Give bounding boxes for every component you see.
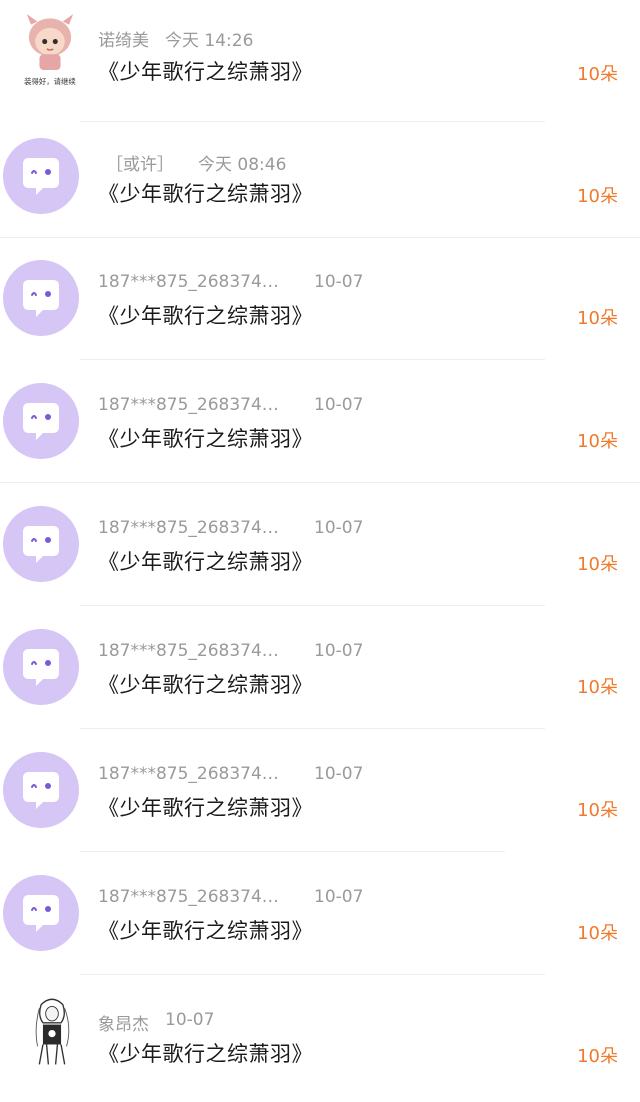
timestamp: 10-07 <box>314 395 364 415</box>
book-title[interactable]: 《少年歌行之综萧羽》 <box>98 178 313 208</box>
user-name[interactable]: 187***875_268374… <box>98 887 298 907</box>
chat-bubble-avatar-icon <box>3 506 79 582</box>
gift-count: 10朵 <box>577 186 618 207</box>
divider <box>80 605 545 606</box>
avatar[interactable] <box>3 752 79 828</box>
gift-count: 10朵 <box>577 64 618 85</box>
avatar[interactable] <box>3 260 79 336</box>
doll-avatar-icon: 装得好，请继续 <box>16 12 84 88</box>
chat-bubble-avatar-icon <box>3 383 79 459</box>
user-name[interactable]: 象昂杰 <box>98 1010 149 1035</box>
chat-bubble-avatar-icon <box>3 629 79 705</box>
list-item[interactable]: 187***875_268374… 10-07 《少年歌行之综萧羽》 10朵 <box>0 238 640 360</box>
avatar[interactable] <box>14 992 80 1076</box>
avatar[interactable] <box>3 506 79 582</box>
book-title[interactable]: 《少年歌行之综萧羽》 <box>98 300 313 330</box>
user-name[interactable]: 诺绮美 <box>98 26 149 51</box>
list-item[interactable]: 象昂杰 10-07 《少年歌行之综萧羽》 10朵 <box>0 976 640 1102</box>
user-name[interactable]: 187***875_268374… <box>98 641 298 661</box>
divider <box>80 359 545 360</box>
gift-count: 10朵 <box>577 554 618 575</box>
book-title[interactable]: 《少年歌行之综萧羽》 <box>98 915 313 945</box>
divider <box>80 728 545 729</box>
gift-count: 10朵 <box>577 308 618 329</box>
gift-count: 10朵 <box>577 1046 618 1067</box>
user-name[interactable]: 187***875_268374… <box>98 518 298 538</box>
chat-bubble-avatar-icon <box>3 260 79 336</box>
divider <box>80 851 505 852</box>
timestamp: 10-07 <box>314 887 364 907</box>
user-name[interactable]: ［或许］ <box>106 150 174 175</box>
timestamp: 10-07 <box>314 518 364 538</box>
avatar[interactable] <box>3 138 79 214</box>
divider <box>0 482 640 483</box>
list-item[interactable]: 187***875_268374… 10-07 《少年歌行之综萧羽》 10朵 <box>0 853 640 975</box>
list-item[interactable]: 187***875_268374… 10-07 《少年歌行之综萧羽》 10朵 <box>0 361 640 483</box>
gift-count: 10朵 <box>577 677 618 698</box>
user-name[interactable]: 187***875_268374… <box>98 764 298 784</box>
list-item[interactable]: 187***875_268374… 10-07 《少年歌行之综萧羽》 10朵 <box>0 484 640 606</box>
gift-count: 10朵 <box>577 431 618 452</box>
list-item[interactable]: ［或许］ 今天 08:46 《少年歌行之综萧羽》 10朵 <box>0 116 640 238</box>
user-name[interactable]: 187***875_268374… <box>98 395 298 415</box>
avatar[interactable]: 装得好，请继续 <box>12 12 84 88</box>
sketch-figure-avatar-icon <box>24 992 80 1068</box>
timestamp: 10-07 <box>165 1010 215 1030</box>
avatar-caption: 装得好，请继续 <box>24 77 76 86</box>
divider <box>80 974 545 975</box>
gift-count: 10朵 <box>577 923 618 944</box>
chat-bubble-avatar-icon <box>3 752 79 828</box>
timestamp: 今天 08:46 <box>198 155 287 175</box>
book-title[interactable]: 《少年歌行之综萧羽》 <box>98 423 313 453</box>
book-title[interactable]: 《少年歌行之综萧羽》 <box>98 669 313 699</box>
timestamp: 10-07 <box>314 764 364 784</box>
book-title[interactable]: 《少年歌行之综萧羽》 <box>98 1038 313 1068</box>
timestamp: 10-07 <box>314 272 364 292</box>
avatar[interactable] <box>3 875 79 951</box>
list-item[interactable]: 187***875_268374… 10-07 《少年歌行之综萧羽》 10朵 <box>0 730 640 852</box>
timestamp: 今天 14:26 <box>165 31 254 51</box>
list-item[interactable]: 装得好，请继续 诺绮美 今天 14:26 《少年歌行之综萧羽》 10朵 <box>0 0 640 122</box>
timestamp: 10-07 <box>314 641 364 661</box>
book-title[interactable]: 《少年歌行之综萧羽》 <box>98 546 313 576</box>
list-item[interactable]: 187***875_268374… 10-07 《少年歌行之综萧羽》 10朵 <box>0 607 640 729</box>
chat-bubble-avatar-icon <box>3 875 79 951</box>
avatar[interactable] <box>3 629 79 705</box>
book-title[interactable]: 《少年歌行之综萧羽》 <box>98 792 313 822</box>
avatar[interactable] <box>3 383 79 459</box>
book-title[interactable]: 《少年歌行之综萧羽》 <box>98 56 313 86</box>
gift-count: 10朵 <box>577 800 618 821</box>
user-name[interactable]: 187***875_268374… <box>98 272 298 292</box>
chat-bubble-avatar-icon <box>3 138 79 214</box>
